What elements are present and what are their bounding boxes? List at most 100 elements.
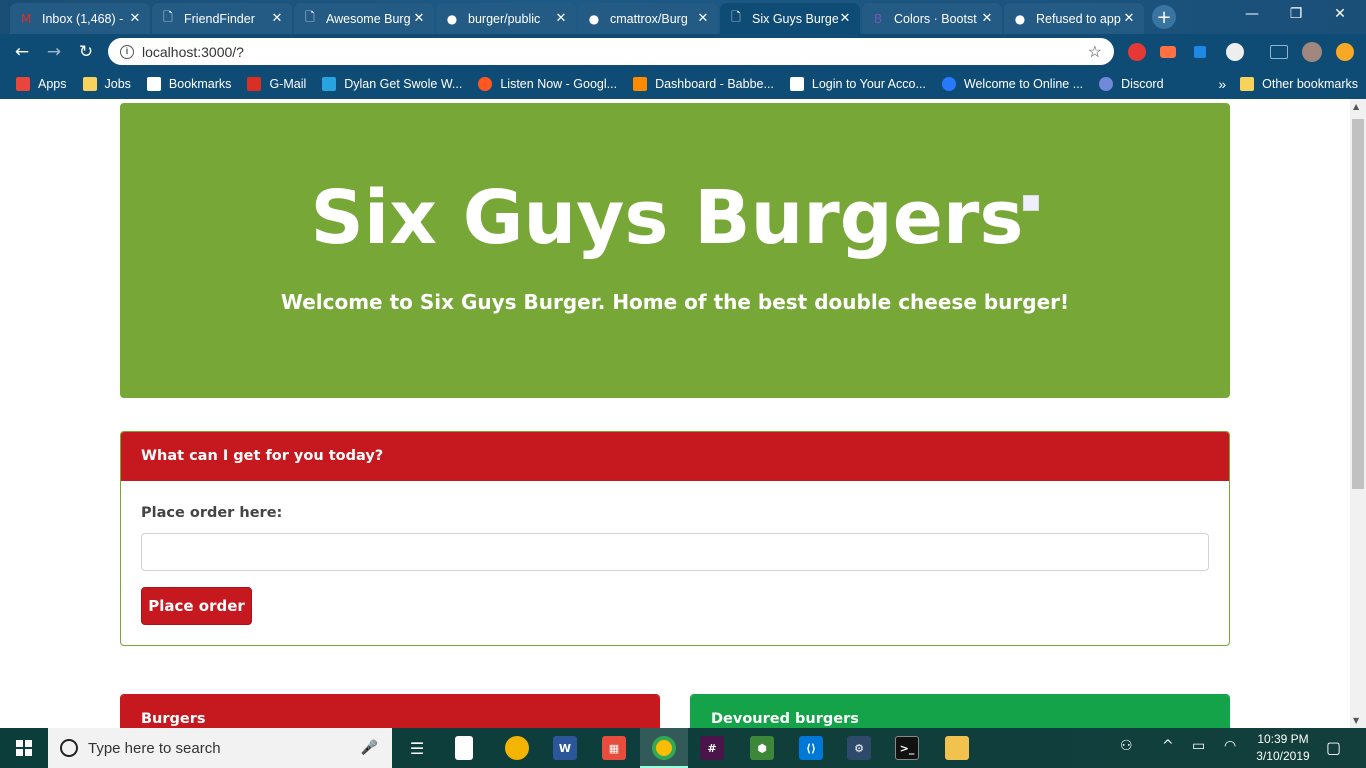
- bookmark-label[interactable]: Listen Now - Googl...: [500, 77, 617, 91]
- tab-title[interactable]: Refused to app: [1036, 12, 1122, 26]
- tab-close-icon[interactable]: ✕: [554, 11, 568, 26]
- reload-button[interactable]: ↻: [74, 40, 98, 64]
- scroll-down-arrow-icon[interactable]: ▼: [1353, 716, 1359, 725]
- bookmark-label[interactable]: Login to Your Acco...: [812, 77, 926, 91]
- place-order-button[interactable]: Place order: [141, 587, 252, 625]
- extension-square-icon[interactable]: [1194, 46, 1206, 58]
- file-explorer-icon[interactable]: [945, 736, 969, 760]
- people-icon[interactable]: ⚇: [1120, 738, 1133, 754]
- apps-grid-icon: [16, 77, 30, 91]
- close-window-button[interactable]: ✕: [1320, 6, 1360, 22]
- word-icon[interactable]: W: [553, 736, 577, 760]
- bookmark-label[interactable]: Bookmarks: [169, 77, 232, 91]
- tab-title[interactable]: Inbox (1,468) -: [42, 12, 128, 26]
- extension-video-icon[interactable]: [1160, 46, 1176, 58]
- tab-1[interactable]: 🗋 FriendFinder ✕: [152, 3, 292, 34]
- bookmarks-overflow-button[interactable]: »: [1218, 76, 1226, 92]
- taskbar-search-box[interactable]: Type here to search 🎤: [48, 728, 392, 768]
- search-placeholder[interactable]: Type here to search: [88, 740, 221, 757]
- order-input[interactable]: [141, 533, 1209, 571]
- bookmark-item[interactable]: Listen Now - Googl...: [470, 69, 625, 99]
- start-button[interactable]: [0, 728, 48, 768]
- tab-close-icon[interactable]: ✕: [696, 11, 710, 26]
- profile-avatar[interactable]: [1302, 42, 1322, 62]
- tab-close-icon[interactable]: ✕: [1122, 11, 1136, 26]
- update-menu-icon[interactable]: [1336, 43, 1354, 61]
- address-text[interactable]: localhost:3000/?: [142, 44, 244, 60]
- minimize-button[interactable]: —: [1232, 6, 1272, 22]
- windows-logo-icon: [16, 740, 32, 756]
- burgers-card-header: Burgers: [121, 695, 659, 728]
- tab-close-icon[interactable]: ✕: [412, 11, 426, 26]
- github-icon: ●: [1014, 11, 1026, 26]
- extension-clock-icon[interactable]: [1226, 43, 1244, 61]
- tab-7[interactable]: ● Refused to app ✕: [1004, 3, 1144, 34]
- bookmark-star-icon[interactable]: ☆: [1088, 42, 1102, 62]
- vscode-icon[interactable]: ⟨⟩: [799, 736, 823, 760]
- notepad-icon[interactable]: [455, 736, 473, 760]
- node-icon[interactable]: ⬢: [750, 736, 774, 760]
- new-tab-button[interactable]: +: [1152, 5, 1176, 29]
- address-bar[interactable]: i localhost:3000/? ☆: [108, 38, 1114, 65]
- tab-close-icon[interactable]: ✕: [128, 11, 142, 26]
- bookmark-label[interactable]: Apps: [38, 77, 67, 91]
- tab-4[interactable]: ● cmattrox/Burg ✕: [578, 3, 718, 34]
- tab-6[interactable]: B Colors · Bootst ✕: [862, 3, 1002, 34]
- extension-adblock-icon[interactable]: [1128, 43, 1146, 61]
- tab-5[interactable]: 🗋 Six Guys Burge ✕: [720, 3, 860, 34]
- bookmark-item[interactable]: Welcome to Online ...: [934, 69, 1091, 99]
- tab-title[interactable]: cmattrox/Burg: [610, 12, 696, 26]
- bookmark-item[interactable]: Apps: [8, 69, 75, 99]
- tab-close-icon[interactable]: ✕: [980, 11, 994, 26]
- bookmark-label[interactable]: G-Mail: [269, 77, 306, 91]
- photos-icon[interactable]: [505, 736, 529, 760]
- github-icon: ●: [588, 11, 600, 26]
- tab-3[interactable]: ● burger/public ✕: [436, 3, 576, 34]
- bookmark-item[interactable]: Discord: [1091, 69, 1171, 99]
- bookmark-label[interactable]: Jobs: [105, 77, 131, 91]
- tab-2[interactable]: 🗋 Awesome Burg ✕: [294, 3, 434, 34]
- slack-icon[interactable]: #: [700, 736, 724, 760]
- mysql-workbench-icon[interactable]: ⚙: [847, 736, 871, 760]
- bookmark-label[interactable]: Discord: [1121, 77, 1163, 91]
- scrollbar-thumb[interactable]: [1352, 119, 1364, 489]
- tab-title[interactable]: Colors · Bootst: [894, 12, 980, 26]
- tab-close-icon[interactable]: ✕: [838, 11, 852, 26]
- task-view-icon[interactable]: ☰: [405, 736, 429, 760]
- forward-button[interactable]: →: [42, 40, 66, 64]
- show-hidden-icons-icon[interactable]: ^: [1162, 738, 1174, 754]
- taskbar-clock[interactable]: 10:39 PM 3/10/2019: [1248, 731, 1318, 765]
- tab-0[interactable]: M Inbox (1,468) - ✕: [10, 3, 150, 34]
- browser-toolbar: ← → ↻ i localhost:3000/? ☆: [0, 34, 1366, 69]
- page-scrollbar[interactable]: ▲ ▼: [1350, 99, 1366, 728]
- microphone-icon[interactable]: 🎤: [361, 739, 378, 756]
- bookmark-item[interactable]: Dylan Get Swole W...: [314, 69, 470, 99]
- bookmark-item[interactable]: Jobs: [75, 69, 139, 99]
- wifi-icon[interactable]: ◠: [1224, 738, 1236, 754]
- terminal-icon[interactable]: >_: [895, 736, 919, 760]
- back-button[interactable]: ←: [10, 40, 34, 64]
- tab-close-icon[interactable]: ✕: [270, 11, 284, 26]
- bookmark-label[interactable]: Dashboard - Babbe...: [655, 77, 774, 91]
- tab-title[interactable]: Six Guys Burge: [752, 12, 838, 26]
- restore-button[interactable]: ❐: [1276, 6, 1316, 22]
- bookmark-item[interactable]: G-Mail: [239, 69, 314, 99]
- bookmark-item[interactable]: Bookmarks: [139, 69, 240, 99]
- bookmark-item[interactable]: Dashboard - Babbe...: [625, 69, 782, 99]
- apps-icon[interactable]: ▦: [602, 736, 626, 760]
- bookmark-item[interactable]: Login to Your Acco...: [782, 69, 934, 99]
- tab-title[interactable]: Awesome Burg: [326, 12, 412, 26]
- site-info-icon[interactable]: i: [120, 44, 134, 59]
- page-icon: [789, 77, 804, 91]
- tab-title[interactable]: burger/public: [468, 12, 554, 26]
- tab-title[interactable]: FriendFinder: [184, 12, 270, 26]
- chrome-icon[interactable]: [652, 736, 676, 760]
- order-card-header: What can I get for you today?: [121, 432, 1229, 481]
- bookmark-label[interactable]: Welcome to Online ...: [964, 77, 1083, 91]
- cast-icon[interactable]: [1270, 45, 1288, 59]
- battery-icon[interactable]: ▭: [1192, 738, 1205, 754]
- other-bookmarks-button[interactable]: Other bookmarks: [1262, 77, 1358, 91]
- scroll-up-arrow-icon[interactable]: ▲: [1353, 102, 1359, 111]
- action-center-icon[interactable]: ▢: [1326, 738, 1341, 757]
- bookmark-label[interactable]: Dylan Get Swole W...: [344, 77, 462, 91]
